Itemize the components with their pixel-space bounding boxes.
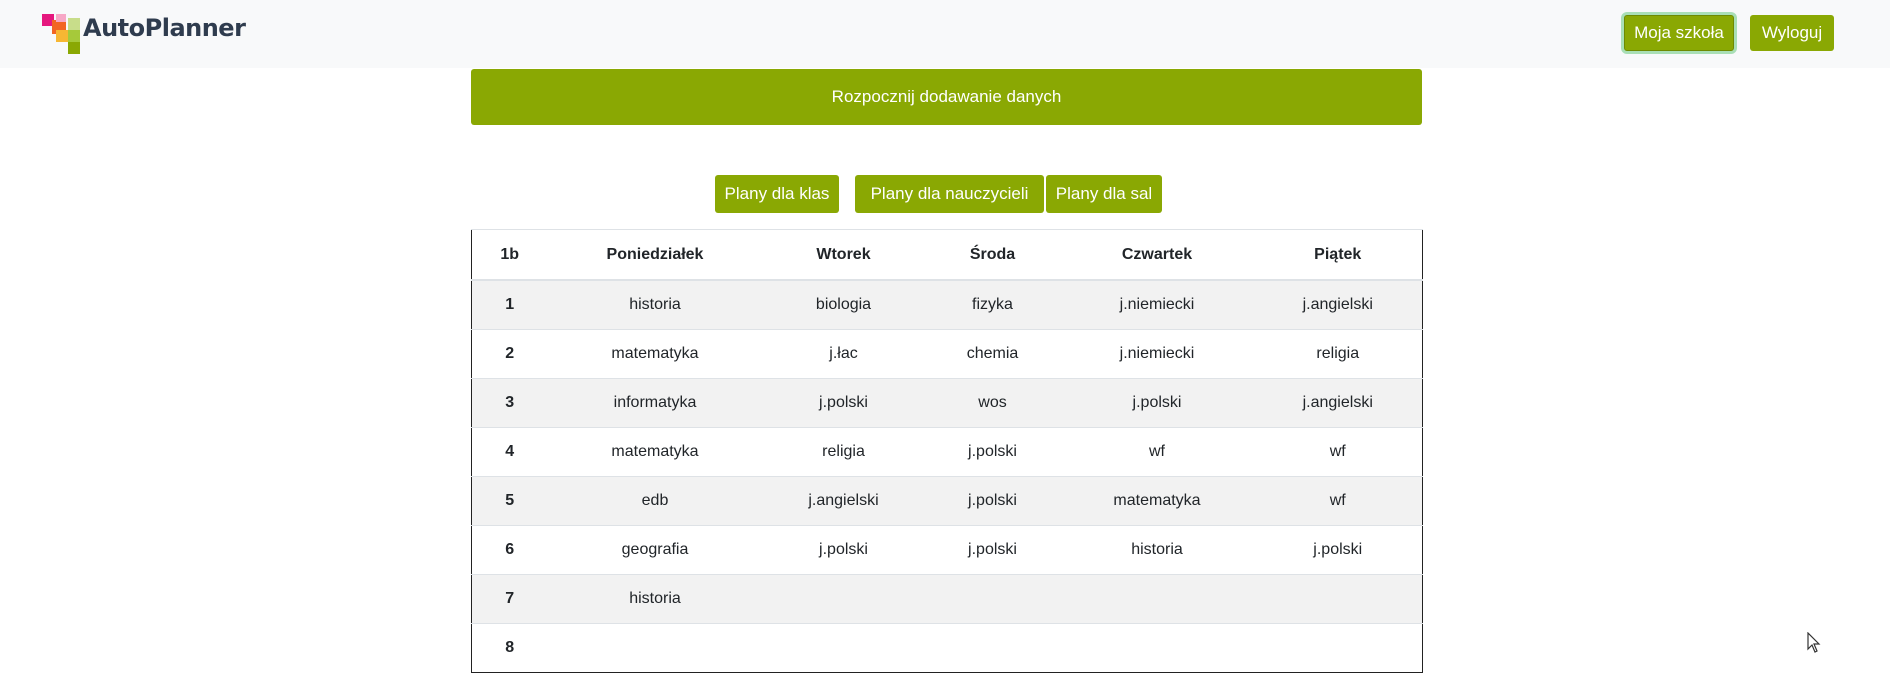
subject-cell: j.angielski [1253, 279, 1423, 330]
subject-cell: j.polski [924, 427, 1061, 477]
teacher-plans-button[interactable]: Plany dla nauczycieli [855, 175, 1044, 213]
my-school-button[interactable]: Moja szkoła [1624, 15, 1734, 51]
lesson-number: 4 [471, 427, 548, 477]
subject-cell: wf [1253, 476, 1423, 526]
subject-cell [1060, 623, 1254, 673]
table-header-row: 1b Poniedziałek Wtorek Środa Czwartek Pi… [471, 229, 1423, 281]
class-name-header: 1b [471, 229, 548, 281]
mouse-cursor-icon [1807, 632, 1821, 653]
subject-cell: fizyka [924, 279, 1061, 330]
subject-cell: informatyka [547, 378, 763, 428]
subject-cell: j.polski [1253, 525, 1423, 575]
class-plans-button[interactable]: Plany dla klas [715, 175, 839, 213]
subject-cell: j.łac [762, 329, 925, 379]
subject-cell: historia [1060, 525, 1254, 575]
day-header: Piątek [1253, 229, 1423, 281]
subject-cell [547, 623, 763, 673]
lesson-number: 3 [471, 378, 548, 428]
subject-cell: j.niemiecki [1060, 329, 1254, 379]
logo[interactable]: AutoPlanner [42, 14, 246, 54]
subject-cell: wf [1060, 427, 1254, 477]
lesson-number: 5 [471, 476, 548, 526]
table-row: 5 edb j.angielski j.polski matematyka wf [471, 476, 1423, 526]
subject-cell: j.polski [924, 525, 1061, 575]
table-row: 8 [471, 623, 1423, 673]
table-row: 1 historia biologia fizyka j.niemiecki j.angi… [471, 279, 1423, 330]
lesson-number: 2 [471, 329, 548, 379]
subject-cell [1253, 623, 1423, 673]
logo-text: AutoPlanner [83, 14, 246, 42]
subject-cell: j.polski [762, 378, 925, 428]
lesson-number: 8 [471, 623, 548, 673]
subject-cell: wos [924, 378, 1061, 428]
table-row: 7 historia [471, 574, 1423, 624]
lesson-number: 6 [471, 525, 548, 575]
subject-cell [1253, 574, 1423, 624]
table-row: 2 matematyka j.łac chemia j.niemiecki religia [471, 329, 1423, 379]
subject-cell: matematyka [1060, 476, 1254, 526]
lesson-number: 7 [471, 574, 548, 624]
subject-cell: chemia [924, 329, 1061, 379]
table-row: 6 geografia j.polski j.polski historia j.pols… [471, 525, 1423, 575]
table-row: 3 informatyka j.polski wos j.polski j.angiels… [471, 378, 1423, 428]
timetable: 1b Poniedziałek Wtorek Środa Czwartek Pi… [471, 229, 1423, 673]
start-adding-data-button[interactable]: Rozpocznij dodawanie danych [471, 69, 1422, 125]
subject-cell [924, 623, 1061, 673]
room-plans-button[interactable]: Plany dla sal [1046, 175, 1162, 213]
subject-cell: geografia [547, 525, 763, 575]
subject-cell: historia [547, 574, 763, 624]
day-header: Czwartek [1060, 229, 1254, 281]
subject-cell: j.polski [762, 525, 925, 575]
subject-cell: religia [1253, 329, 1423, 379]
lesson-number: 1 [471, 279, 548, 330]
subject-cell: matematyka [547, 427, 763, 477]
subject-cell: j.polski [924, 476, 1061, 526]
subject-cell [762, 623, 925, 673]
subject-cell: j.niemiecki [1060, 279, 1254, 330]
subject-cell: j.angielski [762, 476, 925, 526]
autoplanner-logo-icon [42, 14, 84, 54]
subject-cell: matematyka [547, 329, 763, 379]
subject-cell [762, 574, 925, 624]
subject-cell [1060, 574, 1254, 624]
subject-cell [924, 574, 1061, 624]
logout-button[interactable]: Wyloguj [1750, 15, 1834, 51]
table-row: 4 matematyka religia j.polski wf wf [471, 427, 1423, 477]
subject-cell: j.angielski [1253, 378, 1423, 428]
day-header: Wtorek [762, 229, 925, 281]
day-header: Poniedziałek [547, 229, 763, 281]
subject-cell: wf [1253, 427, 1423, 477]
subject-cell: edb [547, 476, 763, 526]
subject-cell: historia [547, 279, 763, 330]
subject-cell: religia [762, 427, 925, 477]
day-header: Środa [924, 229, 1061, 281]
subject-cell: biologia [762, 279, 925, 330]
subject-cell: j.polski [1060, 378, 1254, 428]
navbar: AutoPlanner Moja szkoła Wyloguj [0, 0, 1890, 68]
